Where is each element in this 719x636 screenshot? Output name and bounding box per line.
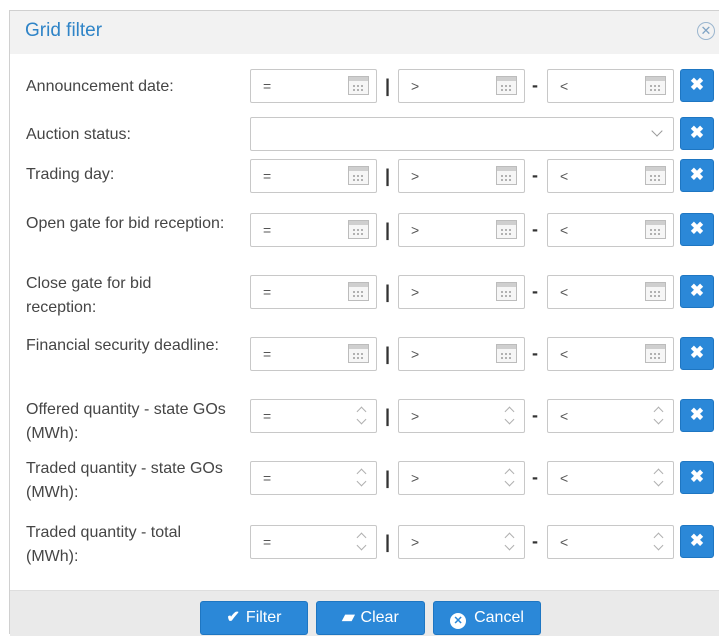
- lt-number-input[interactable]: <: [547, 525, 674, 559]
- calendar-icon[interactable]: [348, 220, 369, 239]
- chevron-down-icon: [651, 125, 663, 137]
- spinner-icon[interactable]: [504, 404, 516, 428]
- clear-row-button[interactable]: ✖: [680, 159, 714, 192]
- calendar-icon[interactable]: [348, 344, 369, 363]
- calendar-icon[interactable]: [496, 166, 517, 185]
- spinner-icon[interactable]: [504, 530, 516, 554]
- check-icon: ✔: [226, 609, 240, 626]
- row-label: Traded quantity - state GOs (MWh):: [26, 460, 223, 501]
- filter-row-close-gate: Close gate for bid reception: = | > - < …: [10, 271, 719, 325]
- row-label: Open gate for bid reception:: [26, 215, 225, 232]
- calendar-icon[interactable]: [645, 166, 666, 185]
- row-label: Auction status:: [26, 126, 131, 143]
- clear-row-button[interactable]: ✖: [680, 117, 714, 150]
- gt-number-input[interactable]: >: [398, 461, 525, 495]
- dialog-title: Grid filter: [25, 20, 103, 41]
- calendar-icon[interactable]: [645, 220, 666, 239]
- clear-row-button[interactable]: ✖: [680, 399, 714, 432]
- filter-row-offered-quantity: Offered quantity - state GOs (MWh): = | …: [10, 395, 719, 449]
- lt-date-input[interactable]: <: [547, 275, 674, 309]
- dialog-footer: ✔ Filter ▰ Clear ✕ Cancel: [10, 590, 719, 636]
- row-label: Offered quantity - state GOs (MWh):: [26, 401, 226, 442]
- filter-row-open-gate: Open gate for bid reception: = | > - < ✖: [10, 209, 719, 263]
- spinner-icon[interactable]: [356, 466, 368, 490]
- clear-row-button[interactable]: ✖: [680, 275, 714, 308]
- calendar-icon[interactable]: [645, 344, 666, 363]
- calendar-icon[interactable]: [645, 76, 666, 95]
- clear-button[interactable]: ▰ Clear: [316, 601, 425, 635]
- spinner-icon[interactable]: [356, 404, 368, 428]
- clear-row-button[interactable]: ✖: [680, 69, 714, 102]
- spinner-icon[interactable]: [653, 466, 665, 490]
- gt-date-input[interactable]: >: [398, 275, 525, 309]
- calendar-icon[interactable]: [348, 166, 369, 185]
- calendar-icon[interactable]: [645, 282, 666, 301]
- spinner-icon[interactable]: [653, 530, 665, 554]
- eq-number-input[interactable]: =: [250, 525, 377, 559]
- calendar-icon[interactable]: [496, 220, 517, 239]
- filter-row-announcement-date: Announcement date: = | > - < ✖: [10, 67, 719, 107]
- eq-date-input[interactable]: =: [250, 337, 377, 371]
- eq-number-input[interactable]: =: [250, 461, 377, 495]
- calendar-icon[interactable]: [496, 344, 517, 363]
- grid-filter-dialog: Grid filter ✕ Announcement date: = | > -…: [9, 10, 719, 636]
- lt-date-input[interactable]: <: [547, 69, 674, 103]
- calendar-icon[interactable]: [496, 76, 517, 95]
- cancel-button[interactable]: ✕ Cancel: [433, 601, 541, 635]
- eq-date-input[interactable]: =: [250, 275, 377, 309]
- filter-row-traded-quantity-state: Traded quantity - state GOs (MWh): = | >…: [10, 457, 719, 511]
- filter-row-financial-security: Financial security deadline: = | > - < ✖: [10, 333, 719, 387]
- row-label: Close gate for bid reception:: [26, 275, 152, 316]
- spinner-icon[interactable]: [504, 466, 516, 490]
- eraser-icon: ▰: [342, 609, 355, 626]
- spinner-icon[interactable]: [356, 530, 368, 554]
- spinner-icon[interactable]: [653, 404, 665, 428]
- lt-number-input[interactable]: <: [547, 399, 674, 433]
- filter-button[interactable]: ✔ Filter: [200, 601, 308, 635]
- row-label: Traded quantity - total (MWh):: [26, 524, 182, 565]
- calendar-icon[interactable]: [348, 282, 369, 301]
- gt-date-input[interactable]: >: [398, 213, 525, 247]
- gt-date-input[interactable]: >: [398, 159, 525, 193]
- clear-row-button[interactable]: ✖: [680, 213, 714, 246]
- eq-date-input[interactable]: =: [250, 69, 377, 103]
- auction-status-select[interactable]: [250, 117, 674, 151]
- clear-row-button[interactable]: ✖: [680, 525, 714, 558]
- row-label: Financial security deadline:: [26, 337, 219, 354]
- clear-row-button[interactable]: ✖: [680, 337, 714, 370]
- eq-date-input[interactable]: =: [250, 213, 377, 247]
- lt-date-input[interactable]: <: [547, 213, 674, 247]
- clear-row-button[interactable]: ✖: [680, 461, 714, 494]
- lt-number-input[interactable]: <: [547, 461, 674, 495]
- calendar-icon[interactable]: [348, 76, 369, 95]
- cancel-circle-icon: ✕: [450, 613, 467, 629]
- filter-row-traded-quantity-total: Traded quantity - total (MWh): = | > - <…: [10, 519, 719, 573]
- gt-number-input[interactable]: >: [398, 399, 525, 433]
- row-label: Announcement date:: [26, 78, 174, 95]
- gt-date-input[interactable]: >: [398, 337, 525, 371]
- lt-date-input[interactable]: <: [547, 159, 674, 193]
- eq-date-input[interactable]: =: [250, 159, 377, 193]
- calendar-icon[interactable]: [496, 282, 517, 301]
- filter-row-trading-day: Trading day: = | > - < ✖: [10, 157, 719, 197]
- gt-number-input[interactable]: >: [398, 525, 525, 559]
- gt-date-input[interactable]: >: [398, 69, 525, 103]
- close-icon[interactable]: ✕: [697, 22, 715, 40]
- filter-row-auction-status: Auction status: ✖: [10, 115, 719, 155]
- row-label: Trading day:: [26, 166, 115, 183]
- lt-date-input[interactable]: <: [547, 337, 674, 371]
- dialog-titlebar: Grid filter ✕: [10, 11, 719, 54]
- eq-number-input[interactable]: =: [250, 399, 377, 433]
